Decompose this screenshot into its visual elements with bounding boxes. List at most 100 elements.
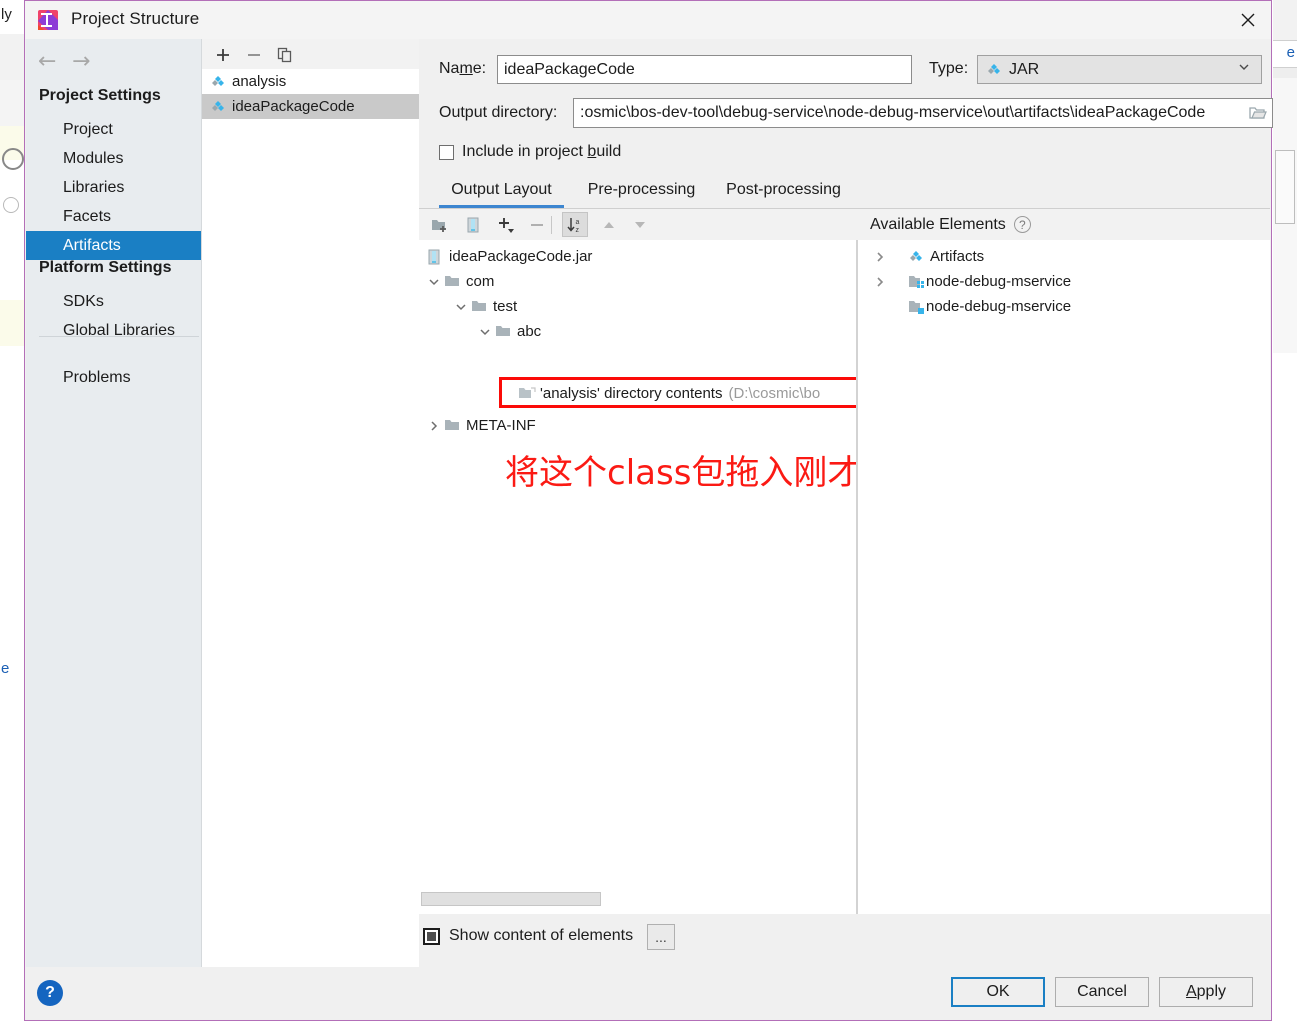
sidebar-item-sdks[interactable]: SDKs xyxy=(26,287,201,316)
artifact-editor-pane: Name: Type: JAR Output directory: xyxy=(419,39,1273,968)
tree-row-analysis-directory-contents[interactable]: 'analysis' directory contents (D:\cosmic… xyxy=(419,381,856,406)
folder-icon xyxy=(444,274,460,290)
artifact-type-select[interactable]: JAR xyxy=(977,55,1262,84)
artifact-list-item-label: ideaPackageCode xyxy=(232,98,355,115)
navigation-arrows: ← → xyxy=(26,47,201,83)
chevron-right-icon[interactable] xyxy=(424,420,444,432)
sidebar-item-global-libraries[interactable]: Global Libraries xyxy=(26,316,201,345)
sidebar-item-modules[interactable]: Modules xyxy=(26,144,201,173)
copy-icon[interactable] xyxy=(273,43,297,67)
help-button[interactable]: ? xyxy=(37,980,63,1006)
available-row-node-debug-mservice-output[interactable]: node-debug-mservice xyxy=(858,294,1270,319)
folder-icon xyxy=(444,418,460,434)
archive-icon[interactable] xyxy=(460,212,486,237)
sidebar-item-facets[interactable]: Facets xyxy=(26,202,201,231)
artifact-icon xyxy=(210,74,226,90)
artifact-list-item-ideapackagecode[interactable]: ideaPackageCode xyxy=(202,94,419,119)
available-row-label: node-debug-mservice xyxy=(926,298,1072,315)
intellij-idea-icon xyxy=(37,9,59,31)
settings-group-platform-settings: Platform Settings xyxy=(39,259,172,276)
minus-icon[interactable] xyxy=(242,43,266,67)
tree-row-label: ideaPackageCode.jar xyxy=(449,248,593,265)
artifact-name-input[interactable] xyxy=(497,55,912,84)
arrow-left-icon[interactable]: ← xyxy=(38,51,56,73)
artifact-list-item-analysis[interactable]: analysis xyxy=(202,69,419,94)
output-directory-field[interactable] xyxy=(573,98,1273,128)
type-label: Type: xyxy=(929,60,969,77)
available-row-label: node-debug-mservice xyxy=(926,273,1072,290)
chevron-right-icon[interactable] xyxy=(870,251,890,263)
close-icon[interactable] xyxy=(1225,1,1271,39)
arrow-down-icon[interactable] xyxy=(627,212,653,237)
minus-icon[interactable] xyxy=(524,212,550,237)
sidebar-item-artifacts[interactable]: Artifacts xyxy=(26,231,201,260)
tree-row-label: 'analysis' directory contents xyxy=(540,385,723,402)
artifact-icon xyxy=(908,249,924,265)
directory-contents-icon xyxy=(518,386,536,402)
name-label: Name: xyxy=(439,60,487,77)
show-content-options-button[interactable]: ... xyxy=(647,924,675,950)
checkbox-box xyxy=(439,144,454,160)
background-text-e: e xyxy=(1,660,10,677)
artifact-icon xyxy=(986,62,1002,78)
archive-icon xyxy=(427,249,443,265)
dialog-footer: ? OK Cancel Apply xyxy=(26,967,1270,1019)
cancel-button[interactable]: Cancel xyxy=(1055,977,1149,1007)
sidebar-divider xyxy=(39,336,199,337)
tab-pre-processing[interactable]: Pre-processing xyxy=(574,174,709,208)
folder-icon xyxy=(471,299,487,315)
tree-row-label: test xyxy=(493,298,518,315)
available-row-label: Artifacts xyxy=(930,248,985,265)
ok-button[interactable]: OK xyxy=(951,977,1045,1007)
sort-az-icon[interactable]: a z xyxy=(562,212,588,237)
apply-button[interactable]: Apply xyxy=(1159,977,1253,1007)
include-in-project-build-label: Include in project build xyxy=(462,143,622,160)
tree-row-meta-inf[interactable]: META-INF xyxy=(419,413,856,438)
folder-browse-icon[interactable] xyxy=(1244,105,1272,121)
dialog-titlebar: Project Structure xyxy=(25,1,1271,39)
tree-row-com[interactable]: com xyxy=(419,269,856,294)
module-output-icon xyxy=(908,299,924,315)
sidebar-item-project[interactable]: Project xyxy=(26,115,201,144)
checkbox-box xyxy=(423,927,440,945)
background-app-right-sliver: e xyxy=(1273,0,1297,1030)
editor-tabs: Output Layout Pre-processing Post-proces… xyxy=(419,174,1270,209)
tree-row-jar[interactable]: ideaPackageCode.jar xyxy=(419,244,856,269)
show-content-of-elements-checkbox[interactable]: Show content of elements xyxy=(423,927,633,945)
arrow-up-icon[interactable] xyxy=(596,212,622,237)
svg-text:a: a xyxy=(576,219,580,226)
folder-icon xyxy=(495,324,511,340)
available-row-artifacts[interactable]: Artifacts xyxy=(858,244,1270,269)
chevron-down-icon[interactable] xyxy=(475,326,495,338)
background-text-ly: ly xyxy=(1,6,12,23)
available-row-node-debug-mservice-module[interactable]: node-debug-mservice xyxy=(858,269,1270,294)
plus-icon[interactable] xyxy=(211,43,235,67)
artifacts-list-pane: analysis ideaPackageCode xyxy=(201,39,419,968)
tab-post-processing[interactable]: Post-processing xyxy=(711,174,856,208)
tree-row-test[interactable]: test xyxy=(419,294,856,319)
include-in-project-build-checkbox[interactable]: Include in project build xyxy=(439,143,621,161)
module-icon xyxy=(908,274,924,290)
output-layout-tree: ideaPackageCode.jar com test abc 'analys… xyxy=(419,240,1133,914)
artifacts-toolbar xyxy=(202,39,419,69)
arrow-right-icon[interactable]: → xyxy=(72,51,90,73)
sidebar-item-libraries[interactable]: Libraries xyxy=(26,173,201,202)
sidebar-item-problems[interactable]: Problems xyxy=(26,363,201,392)
background-circle-icon xyxy=(2,148,24,170)
chevron-down-icon[interactable] xyxy=(451,301,471,313)
artifact-list-item-label: analysis xyxy=(232,73,287,90)
artifact-type-value: JAR xyxy=(1009,60,1040,78)
output-directory-input[interactable] xyxy=(574,103,1244,123)
question-mark-icon[interactable]: ? xyxy=(1013,216,1031,233)
settings-group-project-settings: Project Settings xyxy=(39,87,161,104)
chevron-down-icon[interactable] xyxy=(424,276,444,288)
tree-row-abc[interactable]: abc xyxy=(419,319,856,344)
tab-output-layout[interactable]: Output Layout xyxy=(439,174,564,208)
tree-row-detail: (D:\cosmic\bo xyxy=(728,385,821,402)
svg-text:z: z xyxy=(576,227,580,234)
plus-dropdown-icon[interactable] xyxy=(493,212,519,237)
tree-horizontal-scrollbar[interactable] xyxy=(421,892,601,906)
available-elements-header: Available Elements ? xyxy=(858,209,1270,240)
chevron-right-icon[interactable] xyxy=(870,276,890,288)
folder-add-icon[interactable] xyxy=(427,212,453,237)
